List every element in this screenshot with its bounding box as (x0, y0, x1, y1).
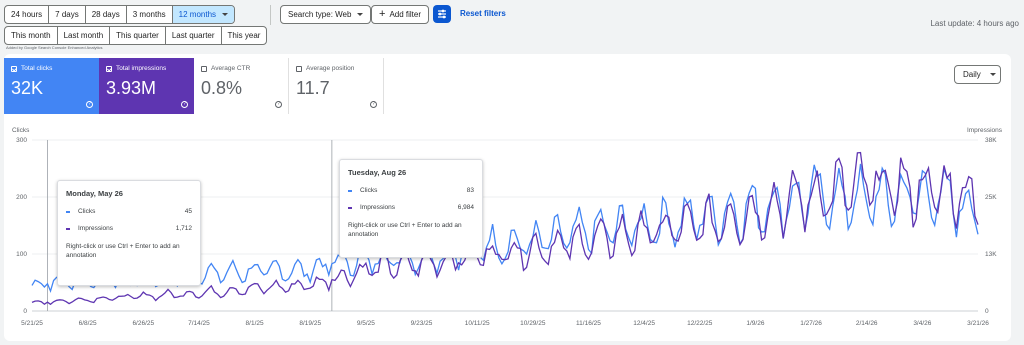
x-tick-label: 9/5/25 (357, 320, 375, 327)
tooltip-clicks-value: 45 (184, 208, 192, 215)
x-tick-label: 12/22/25 (687, 320, 713, 327)
tooltip-date: Tuesday, Aug 26 (348, 168, 407, 177)
impressions-swatch (348, 206, 352, 209)
x-tick-label: 9/23/25 (411, 320, 433, 327)
tooltip-clicks-value: 83 (466, 187, 474, 194)
impressions-swatch (66, 227, 70, 230)
x-tick-label: 8/19/25 (299, 320, 321, 327)
left-tick-label: 0 (23, 308, 27, 315)
tooltip-date: Monday, May 26 (66, 189, 123, 198)
right-tick-label: 25K (985, 194, 997, 201)
x-tick-label: 1/9/26 (746, 320, 764, 327)
right-axis-label: Impressions (967, 127, 1003, 134)
tooltip-clicks-label: Clicks (78, 208, 96, 215)
x-tick-label: 1/27/26 (800, 320, 822, 327)
x-tick-label: 6/26/25 (132, 320, 154, 327)
tooltip-note: Right-click or use Ctrl + Enter to add a… (348, 222, 462, 238)
left-tick-label: 200 (16, 194, 27, 201)
left-tick-label: 300 (16, 137, 27, 144)
tooltip-clicks-label: Clicks (360, 187, 378, 194)
x-tick-label: 5/21/25 (21, 320, 43, 327)
x-tick-label: 7/14/25 (188, 320, 210, 327)
tooltip-impressions-value: 1,712 (175, 225, 192, 232)
x-tick-label: 11/16/25 (576, 320, 601, 327)
right-tick-label: 38K (985, 137, 997, 144)
tooltip-impressions-label: Impressions (78, 225, 114, 232)
x-tick-label: 3/4/26 (913, 320, 931, 327)
chart-tooltip: Tuesday, Aug 26 Clicks 83 Impressions 6,98… (339, 159, 483, 258)
chart-tooltip: Monday, May 26 Clicks 45 Impressions 1,712… (57, 180, 201, 286)
clicks-swatch (348, 189, 352, 192)
x-tick-label: 12/4/25 (633, 320, 655, 327)
left-tick-label: 100 (16, 251, 27, 258)
x-tick-label: 6/8/25 (79, 320, 97, 327)
tooltip-impressions-label: Impressions (360, 204, 396, 211)
x-tick-label: 10/29/25 (520, 320, 546, 327)
x-tick-label: 10/11/25 (465, 320, 490, 327)
left-axis-label: Clicks (12, 127, 30, 134)
right-tick-label: 13K (985, 251, 997, 258)
tooltip-impressions-value: 6,984 (457, 204, 474, 211)
performance-chart[interactable]: Clicks Impressions 0 100 200 300 0 13K 25K 38K 5/2… (0, 0, 1024, 345)
right-tick-label: 0 (985, 308, 989, 315)
tooltip-note: Right-click or use Ctrl + Enter to add a… (66, 243, 180, 259)
x-tick-label: 8/1/25 (246, 320, 264, 327)
clicks-swatch (66, 210, 70, 213)
x-tick-label: 2/14/26 (856, 320, 878, 327)
x-tick-label: 3/21/26 (967, 320, 989, 327)
